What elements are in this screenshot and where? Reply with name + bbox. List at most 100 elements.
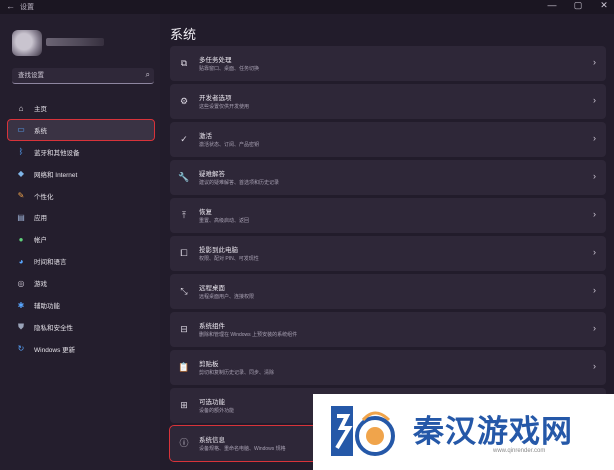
minimize-button[interactable]: —	[546, 0, 558, 11]
card-title: 投影到此电脑	[199, 247, 238, 254]
settings-card-6[interactable]: ⤡ 远程桌面远程桌面用户、连接权限 ›	[170, 274, 606, 309]
title-bar: ← 设置 — ▢ ✕	[0, 0, 614, 14]
sidebar-item-label: 隐私和安全性	[34, 324, 73, 332]
sidebar-item-label: 系统	[34, 127, 47, 135]
page-title: 系统	[170, 27, 197, 42]
window-controls: — ▢ ✕	[546, 0, 610, 11]
globe-clock-icon: ◕	[18, 256, 24, 266]
card-title: 剪贴板	[199, 361, 219, 368]
sidebar-nav: ⌂ 主页 ▭ 系统 ᛒ 蓝牙和其他设备 ◆ 网络和 Internet ✎ 个性化 ▤ 应用 ● 帐户 ◕ 时间…	[7, 98, 155, 361]
remote-desktop-icon: ⤡	[180, 286, 188, 296]
sidebar-item-label: 帐户	[34, 237, 47, 245]
close-button[interactable]: ✕	[598, 0, 610, 11]
chevron-right-icon: ›	[593, 133, 596, 143]
gamepad-icon: ◎	[17, 278, 25, 288]
sidebar-item-8[interactable]: ◎ 游戏	[8, 273, 154, 293]
sidebar-item-3[interactable]: ◆ 网络和 Internet	[8, 164, 154, 184]
sidebar-item-1[interactable]: ▭ 系统	[7, 118, 155, 141]
bluetooth-icon: ᛒ	[18, 147, 24, 157]
chevron-right-icon: ›	[593, 285, 596, 295]
sidebar: ⌕ ⌂ 主页 ▭ 系统 ᛒ 蓝牙和其他设备 ◆ 网络和 Internet ✎ 个性化 ▤ 应用 ● 帐户 ◕…	[0, 14, 160, 470]
card-description: 激活状态、订阅、产品密钥	[199, 142, 260, 148]
shield-icon: ⛊	[18, 321, 24, 331]
chevron-right-icon: ›	[593, 57, 596, 67]
chevron-right-icon: ›	[593, 247, 596, 257]
avatar[interactable]	[12, 30, 42, 56]
home-icon: ⌂	[18, 103, 24, 113]
watermark: 秦汉游戏网 www.qinrender.com	[313, 394, 614, 470]
card-description: 剪切和复制历史记录、同步、清除	[199, 370, 275, 376]
card-description: 建议的疑难解答、首选项和历史记录	[199, 180, 280, 186]
back-arrow-icon[interactable]: ←	[6, 1, 15, 11]
brush-icon: ✎	[17, 191, 25, 201]
card-title: 系统组件	[199, 323, 225, 330]
wrench-icon: 🔧	[178, 172, 190, 182]
settings-card-7[interactable]: ⊟ 系统组件删除和管理在 Windows 上预安装的系统组件 ›	[170, 312, 606, 347]
activation-icon: ✓	[180, 134, 188, 144]
recovery-icon: ⤒	[182, 210, 186, 220]
card-title: 可选功能	[199, 399, 225, 406]
maximize-button[interactable]: ▢	[572, 0, 584, 11]
apps-icon: ▤	[17, 212, 25, 222]
card-title: 激活	[199, 133, 212, 140]
sidebar-item-label: 游戏	[34, 281, 47, 289]
sidebar-item-11[interactable]: ↻ Windows 更新	[8, 339, 154, 359]
settings-card-5[interactable]: ⧠ 投影到此电脑权限、配对 PIN、可发现性 ›	[170, 236, 606, 271]
sidebar-item-5[interactable]: ▤ 应用	[8, 207, 154, 227]
settings-card-8[interactable]: 📋 剪贴板剪切和复制历史记录、同步、清除 ›	[170, 350, 606, 385]
card-title: 恢复	[199, 209, 212, 216]
optional-features-icon: ⊞	[180, 400, 188, 410]
sidebar-item-label: 个性化	[34, 193, 54, 201]
sidebar-item-2[interactable]: ᛒ 蓝牙和其他设备	[8, 142, 154, 162]
chevron-right-icon: ›	[593, 361, 596, 371]
chevron-right-icon: ›	[593, 209, 596, 219]
settings-card-0[interactable]: ⧉ 多任务处理 贴靠窗口、桌面、任务切换 ›	[170, 46, 606, 81]
sidebar-item-label: 时间和语言	[34, 259, 67, 267]
watermark-url: www.qinrender.com	[493, 448, 546, 454]
card-title: 疑难解答	[199, 171, 225, 178]
watermark-text: 秦汉游戏网	[413, 414, 573, 450]
settings-card-3[interactable]: 🔧 疑难解答建议的疑难解答、首选项和历史记录 ›	[170, 160, 606, 195]
card-title: 系统信息	[199, 437, 225, 444]
search-input[interactable]	[12, 68, 142, 83]
sidebar-item-label: 应用	[34, 215, 47, 223]
sidebar-item-label: 辅助功能	[34, 303, 60, 311]
sidebar-item-label: 网络和 Internet	[34, 171, 78, 179]
sidebar-item-label: 主页	[34, 106, 47, 113]
accessibility-icon: ✱	[17, 300, 25, 310]
settings-card-2[interactable]: ✓ 激活激活状态、订阅、产品密钥 ›	[170, 122, 606, 157]
sidebar-item-4[interactable]: ✎ 个性化	[8, 186, 154, 206]
window-title: 设置	[20, 4, 34, 11]
windows-update-icon: ↻	[17, 344, 25, 354]
card-description: 权限、配对 PIN、可发现性	[199, 256, 259, 262]
search-icon[interactable]: ⌕	[146, 70, 150, 80]
settings-card-1[interactable]: ⚙ 开发者选项 这些设置仅供开发使用 ›	[170, 84, 606, 119]
clipboard-icon: 📋	[178, 362, 190, 372]
sidebar-item-9[interactable]: ✱ 辅助功能	[8, 295, 154, 315]
card-description: 设备规格、重命名电脑、Windows 规格	[199, 446, 286, 452]
card-description: 删除和管理在 Windows 上预安装的系统组件	[199, 332, 298, 338]
card-title: 多任务处理	[199, 57, 232, 64]
network-icon: ◆	[17, 169, 25, 179]
settings-card-4[interactable]: ⤒ 恢复重置、高级启动、返回 ›	[170, 198, 606, 233]
account-name-blurred	[46, 38, 104, 46]
card-title: 开发者选项	[199, 95, 232, 102]
sidebar-item-7[interactable]: ◕ 时间和语言	[8, 251, 154, 271]
watermark-logo-icon	[331, 406, 395, 456]
sidebar-item-label: 蓝牙和其他设备	[34, 149, 80, 157]
chevron-right-icon: ›	[593, 323, 596, 333]
info-icon: ⓘ	[179, 438, 189, 448]
developer-icon: ⚙	[179, 96, 189, 106]
chevron-right-icon: ›	[593, 171, 596, 181]
components-icon: ⊟	[180, 324, 188, 334]
sidebar-item-10[interactable]: ⛊ 隐私和安全性	[8, 317, 154, 337]
sidebar-item-6[interactable]: ● 帐户	[8, 229, 154, 249]
projection-icon: ⧠	[180, 248, 188, 258]
search-box[interactable]: ⌕	[12, 68, 154, 84]
system-display-icon: ▭	[17, 125, 25, 135]
card-description: 重置、高级启动、返回	[199, 218, 250, 224]
card-description: 远程桌面用户、连接权限	[199, 294, 255, 300]
sidebar-item-0[interactable]: ⌂ 主页	[8, 98, 154, 118]
card-title: 远程桌面	[199, 285, 225, 292]
account-icon: ●	[18, 234, 24, 244]
